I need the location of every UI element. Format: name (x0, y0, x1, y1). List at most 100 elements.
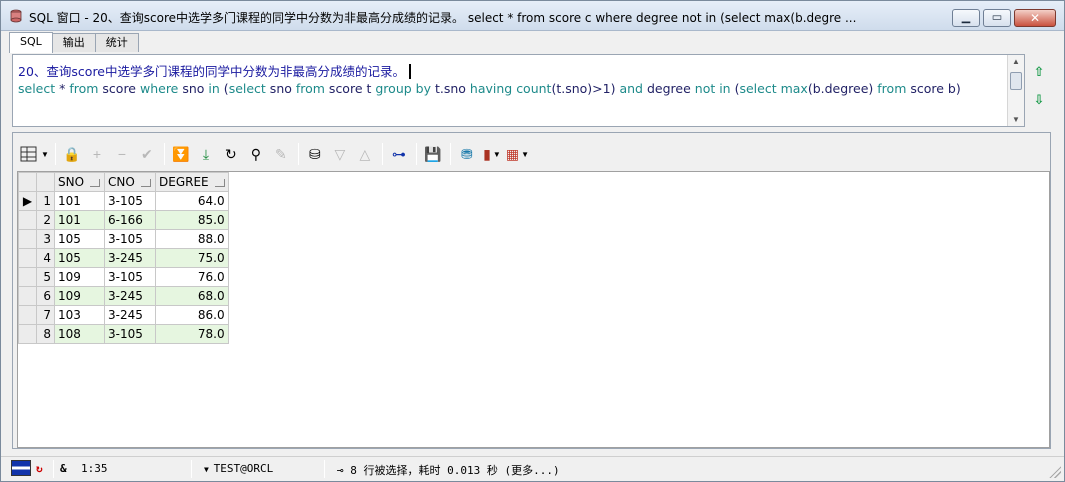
row-number: 7 (36, 305, 55, 325)
column-header-sno[interactable]: SNO (54, 172, 105, 192)
scroll-thumb[interactable] (1010, 72, 1022, 90)
maximize-icon: ▭ (991, 11, 1003, 24)
post-changes-button[interactable]: ✔ (136, 143, 158, 165)
clear-button[interactable]: ✎ (270, 143, 292, 165)
table-row[interactable]: 4 105 3-245 75.0 (18, 248, 229, 268)
export-button[interactable]: ⛃ (456, 143, 478, 165)
cell-sno[interactable]: 109 (54, 286, 105, 306)
text-caret (409, 64, 411, 79)
cell-sno[interactable]: 103 (54, 305, 105, 325)
language-flag-icon (11, 460, 31, 476)
toolbar-separator (415, 143, 417, 165)
sql-editor[interactable]: 20、查询score中选学多门课程的同学中分数为非最高分成绩的记录。 selec… (12, 54, 1025, 127)
lock-button[interactable]: 🔒 (61, 143, 83, 165)
cell-degree[interactable]: 88.0 (155, 229, 229, 249)
delete-record-button[interactable]: − (111, 143, 133, 165)
table-row[interactable]: 2 101 6-166 85.0 (18, 210, 229, 230)
table-red-icon: ▦ (505, 145, 520, 162)
previous-statement-icon[interactable]: ⇧ (1031, 63, 1047, 81)
resize-grip-icon[interactable] (1049, 466, 1061, 478)
grid-view-button[interactable]: ▼ (19, 143, 49, 165)
tab-sql[interactable]: SQL (9, 32, 53, 53)
sql-identifier: (b.degree) (807, 81, 878, 96)
cell-degree[interactable]: 76.0 (155, 267, 229, 287)
toolbar-separator (449, 143, 451, 165)
next-statement-icon[interactable]: ⇩ (1031, 91, 1047, 109)
fetch-next-icon: ⏬ (172, 145, 190, 162)
sql-identifier: ( (219, 81, 229, 96)
export-grid-button[interactable]: ▦ ▼ (506, 143, 529, 165)
fetch-last-button[interactable]: ⤓ (195, 143, 217, 165)
cell-cno[interactable]: 3-105 (104, 191, 156, 211)
editor-scrollbar[interactable]: ▲ ▼ (1007, 55, 1024, 126)
connection-selector[interactable]: ▼ TEST@ORCL (204, 462, 273, 475)
cell-cno[interactable]: 3-245 (104, 286, 156, 306)
save-button[interactable]: 💾 (422, 143, 444, 165)
cell-cno[interactable]: 3-105 (104, 267, 156, 287)
minimize-button[interactable]: ▁ (952, 9, 980, 27)
find-button[interactable]: ⚲ (245, 143, 267, 165)
tab-statistics[interactable]: 统计 (94, 33, 139, 52)
maximize-button[interactable]: ▭ (983, 9, 1011, 27)
cell-sno[interactable]: 105 (54, 229, 105, 249)
cell-cno[interactable]: 3-105 (104, 229, 156, 249)
next-page-button[interactable]: ▽ (329, 143, 351, 165)
cell-degree[interactable]: 64.0 (155, 191, 229, 211)
table-row[interactable]: ▶ 1 101 3-105 64.0 (18, 191, 229, 211)
scroll-up-icon[interactable]: ▲ (1012, 57, 1020, 66)
sql-identifier: t.sno (430, 81, 470, 96)
row-indicator (18, 286, 37, 306)
cell-degree[interactable]: 86.0 (155, 305, 229, 325)
status-message[interactable]: ⊸ 8 行被选择，耗时 0.013 秒 (更多...) (337, 462, 560, 478)
table-row[interactable]: 8 108 3-105 78.0 (18, 324, 229, 344)
cell-degree[interactable]: 68.0 (155, 286, 229, 306)
cell-cno[interactable]: 6-166 (104, 210, 156, 230)
cell-degree[interactable]: 75.0 (155, 248, 229, 268)
column-header-degree[interactable]: DEGREE (155, 172, 229, 192)
scroll-down-icon[interactable]: ▼ (1012, 115, 1020, 124)
grid-view-icon (20, 146, 37, 162)
column-menu-icon[interactable] (90, 179, 101, 187)
tab-output[interactable]: 输出 (51, 33, 96, 52)
column-menu-icon[interactable] (140, 179, 151, 187)
query-by-example-button[interactable]: ⛁ (304, 143, 326, 165)
sql-keyword: select (228, 81, 266, 96)
table-row[interactable]: 3 105 3-105 88.0 (18, 229, 229, 249)
result-grid-area[interactable]: SNO CNO DEGREE ▶ 1 101 3-105 64.0 2 101 … (17, 171, 1050, 448)
result-grid: SNO CNO DEGREE ▶ 1 101 3-105 64.0 2 101 … (18, 172, 229, 344)
refresh-button[interactable]: ↻ (220, 143, 242, 165)
cell-sno[interactable]: 105 (54, 248, 105, 268)
grid-header-row: SNO CNO DEGREE (18, 172, 229, 192)
table-row[interactable]: 7 103 3-245 86.0 (18, 305, 229, 325)
column-menu-icon[interactable] (214, 179, 225, 187)
row-number: 5 (36, 267, 55, 287)
cell-degree[interactable]: 78.0 (155, 324, 229, 344)
cell-cno[interactable]: 3-245 (104, 248, 156, 268)
table-row[interactable]: 5 109 3-105 76.0 (18, 267, 229, 287)
cell-sno[interactable]: 108 (54, 324, 105, 344)
column-header-cno[interactable]: CNO (104, 172, 156, 192)
cell-sno[interactable]: 101 (54, 210, 105, 230)
row-number: 1 (36, 191, 55, 211)
auto-commit-icon[interactable]: ↻ (36, 462, 43, 475)
row-number: 4 (36, 248, 55, 268)
sql-keyword: select (18, 81, 56, 96)
explain-plan-button[interactable]: ⊶ (388, 143, 410, 165)
chart-button[interactable]: ▮ ▼ (481, 143, 503, 165)
fetch-next-button[interactable]: ⏬ (170, 143, 192, 165)
insert-record-button[interactable]: + (86, 143, 108, 165)
sql-identifier: sno (178, 81, 209, 96)
cell-sno[interactable]: 109 (54, 267, 105, 287)
cell-degree[interactable]: 85.0 (155, 210, 229, 230)
cell-cno[interactable]: 3-245 (104, 305, 156, 325)
eraser-icon: ✎ (275, 145, 287, 162)
bind-vars-icon[interactable]: & (60, 462, 67, 475)
cell-sno[interactable]: 101 (54, 191, 105, 211)
toolbar-separator (297, 143, 299, 165)
minimize-icon: ▁ (961, 11, 971, 24)
table-row[interactable]: 6 109 3-245 68.0 (18, 286, 229, 306)
previous-page-button[interactable]: △ (354, 143, 376, 165)
close-button[interactable]: ✕ (1014, 9, 1056, 27)
dropdown-icon: ▼ (492, 149, 501, 159)
cell-cno[interactable]: 3-105 (104, 324, 156, 344)
